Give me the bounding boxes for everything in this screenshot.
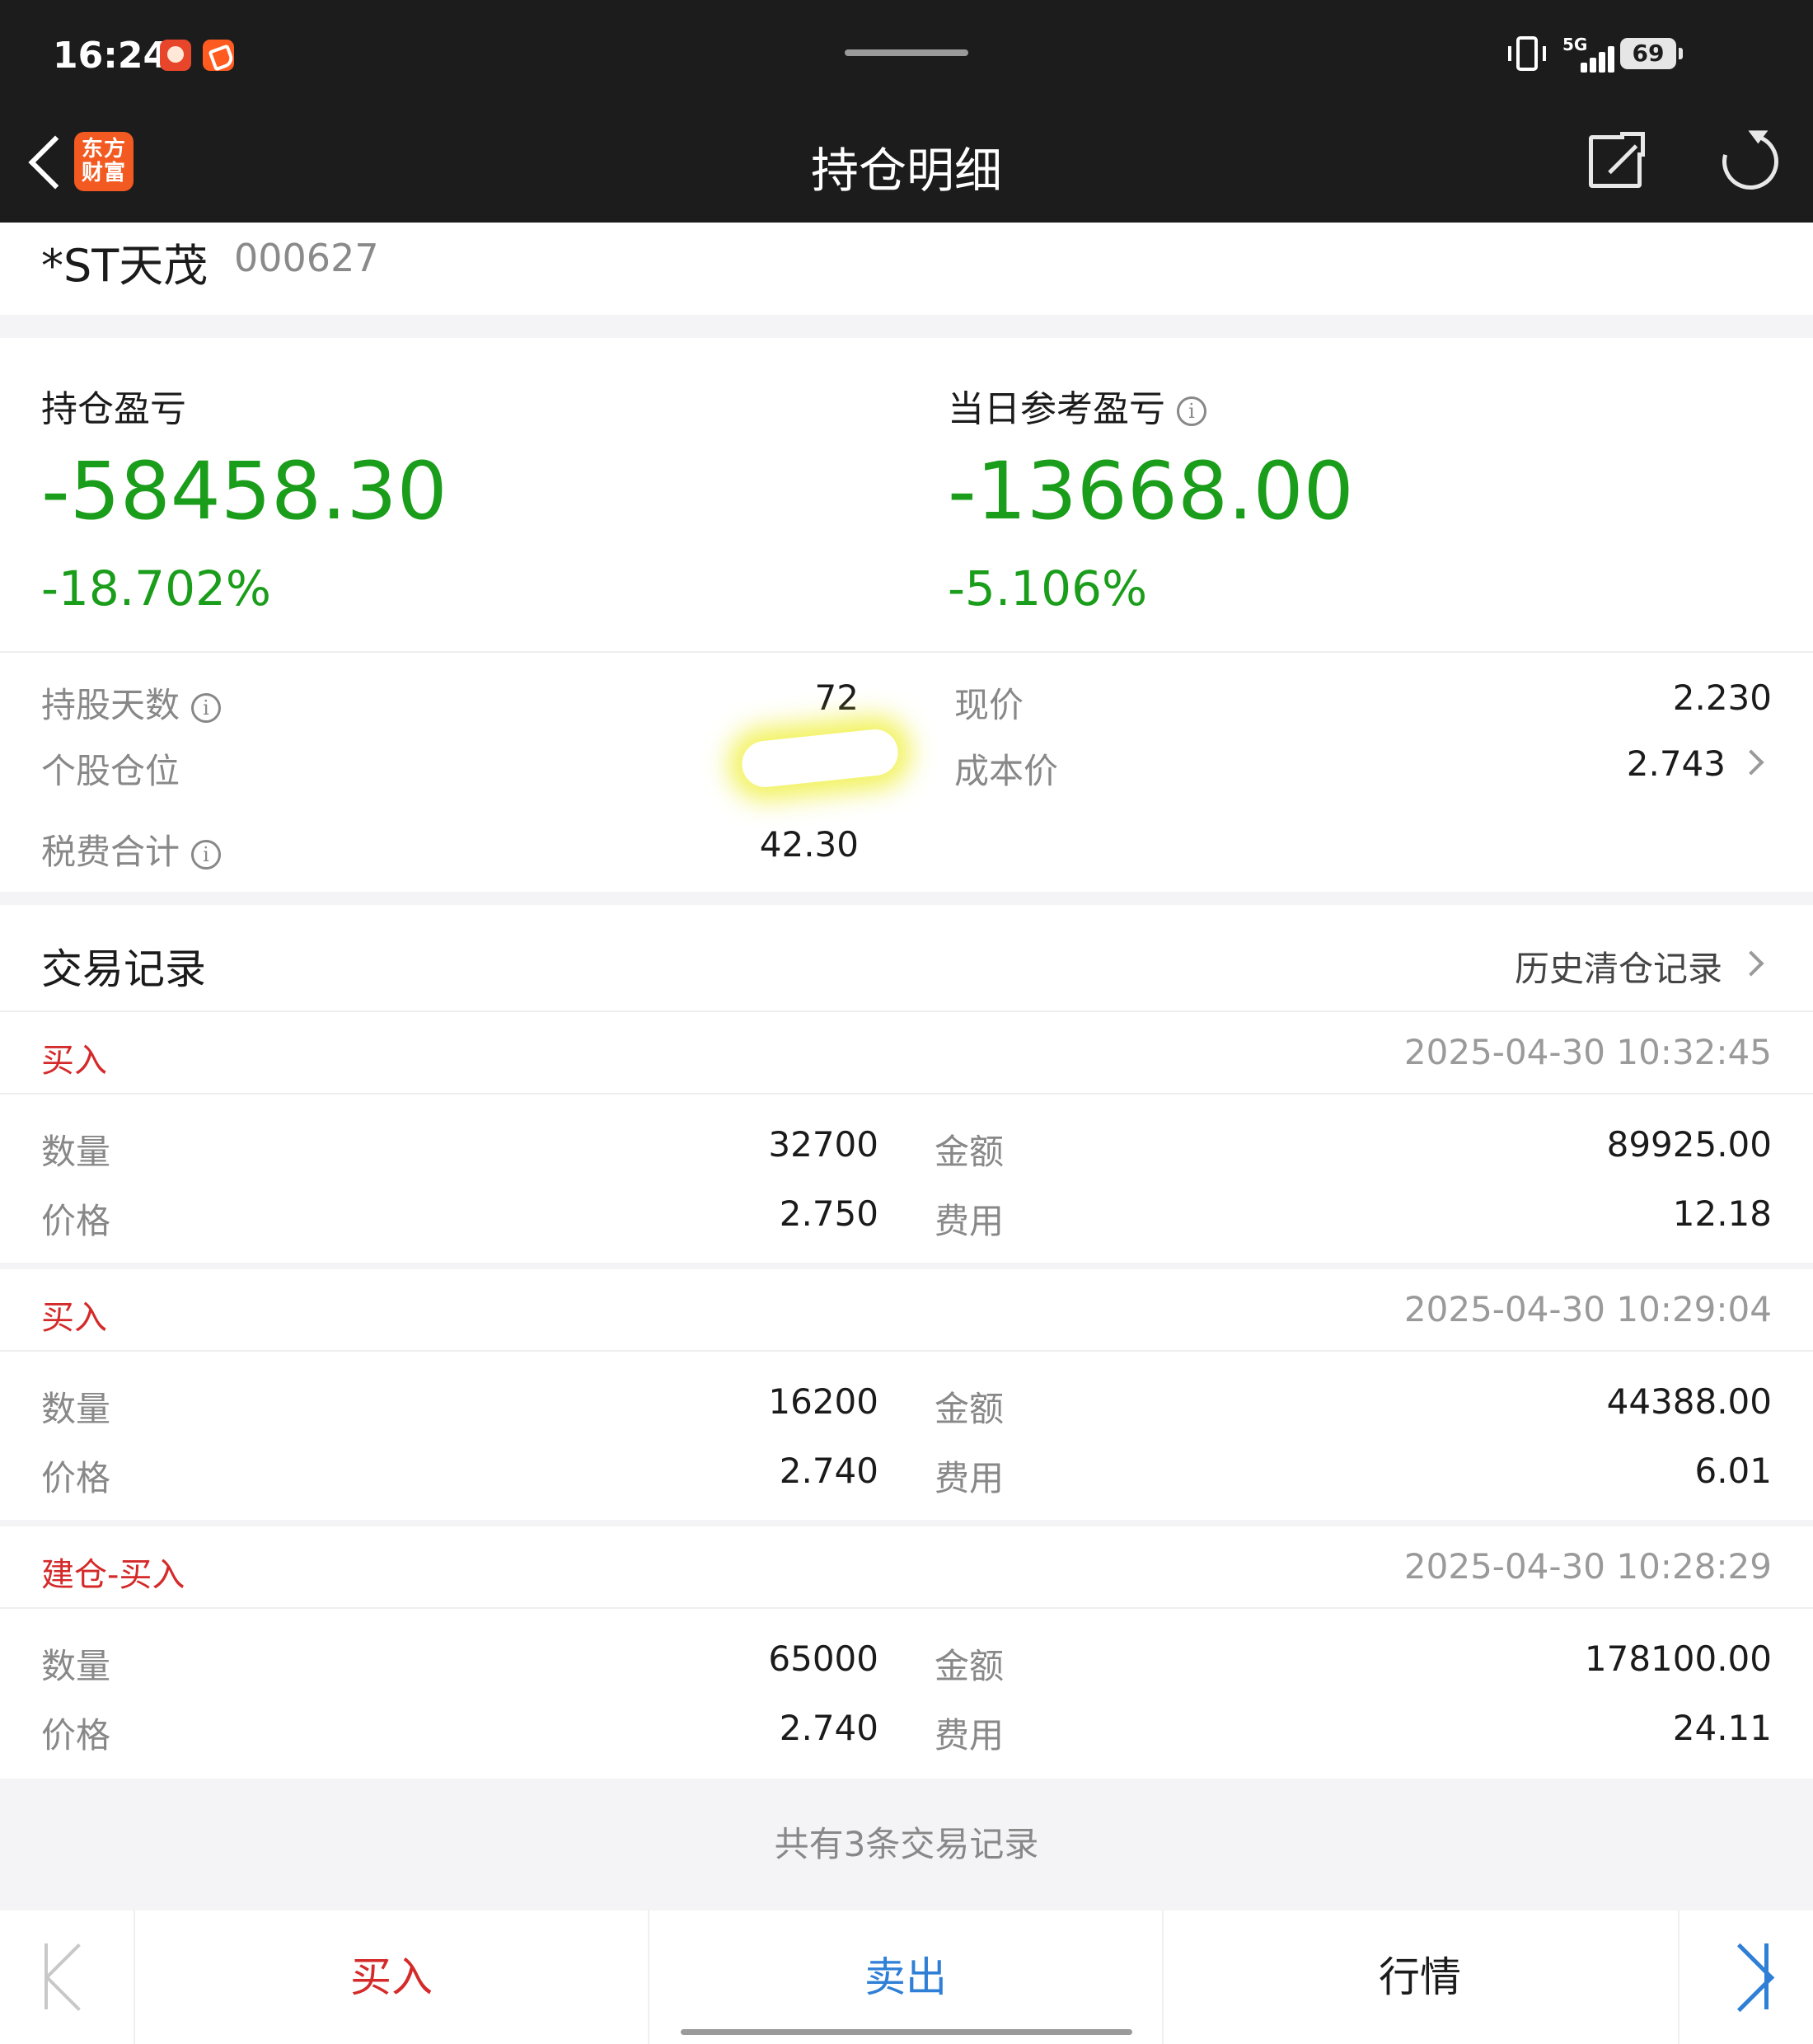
tax-fee-label-wrap: 税费合计 i — [41, 824, 222, 874]
stock-header: *ST天茂 000627 — [0, 223, 1813, 315]
position-details: 持股天数 i 72 个股仓位 税费合计 i 42.30 现价 2.230 成本价 2… — [0, 653, 1813, 892]
home-indicator[interactable] — [681, 2029, 1132, 2035]
price-label: 价格 — [41, 1201, 111, 1241]
fee-label: 费用 — [935, 1201, 1005, 1241]
vibrate-icon — [1508, 36, 1546, 71]
position-pl-label: 持仓盈亏 — [41, 388, 186, 430]
quantity-label: 数量 — [41, 1389, 111, 1429]
info-icon[interactable]: i — [1177, 396, 1206, 426]
price-label: 价格 — [41, 1715, 111, 1756]
amount-label: 金额 — [935, 1132, 1005, 1172]
cost-price-label: 成本价 — [954, 751, 1059, 791]
chevron-right-icon[interactable] — [1738, 950, 1764, 977]
price-value: 2.750 — [779, 1193, 878, 1234]
record-time: 2025-04-30 10:32:45 — [1403, 1032, 1772, 1072]
divider — [1678, 1910, 1679, 2044]
section-gap — [0, 1520, 1813, 1526]
info-icon[interactable]: i — [191, 692, 222, 723]
redacted-mark — [739, 727, 901, 790]
daily-pl-label: 当日参考盈亏 — [948, 388, 1165, 430]
daily-pl-pct: -5.106% — [948, 560, 1148, 616]
fee-value: 24.11 — [1672, 1708, 1772, 1748]
history-clear-link[interactable]: 历史清仓记录 — [1515, 941, 1722, 992]
quantity-value: 16200 — [768, 1381, 878, 1422]
records-title: 交易记录 — [41, 945, 206, 993]
app-notification-icon — [160, 40, 191, 71]
tax-fee-label: 税费合计 — [41, 832, 180, 872]
last-item-icon[interactable] — [1722, 1943, 1768, 2009]
sell-button[interactable]: 卖出 — [649, 1910, 1162, 2044]
pl-summary: 持仓盈亏 -58458.30 -18.702% 当日参考盈亏 i -13668.0… — [0, 338, 1813, 651]
divider — [0, 1607, 1813, 1609]
signal-icon — [1564, 36, 1614, 73]
buy-button[interactable]: 买入 — [135, 1910, 648, 2044]
fee-label: 费用 — [935, 1458, 1005, 1498]
position-pl-value: -58458.30 — [41, 445, 447, 537]
amount-value: 178100.00 — [1584, 1638, 1772, 1679]
market-button[interactable]: 行情 — [1164, 1910, 1676, 2044]
divider — [0, 1350, 1813, 1352]
record-type: 买入 — [41, 1042, 107, 1080]
share-arrow-icon — [1620, 132, 1645, 157]
holding-days-label-wrap: 持股天数 i — [41, 677, 222, 728]
quantity-value: 65000 — [768, 1638, 878, 1679]
status-time: 16:24 — [53, 35, 169, 77]
app-notification-icon-2 — [203, 40, 234, 71]
section-gap — [0, 892, 1813, 905]
amount-value: 44388.00 — [1606, 1381, 1772, 1422]
current-price-value: 2.230 — [1672, 677, 1772, 718]
page-title: 持仓明细 — [810, 143, 1002, 199]
daily-pl-label-wrap: 当日参考盈亏 i — [948, 379, 1206, 432]
records-count-note: 共有3条交易记录 — [0, 1779, 1813, 1910]
divider — [0, 1010, 1813, 1012]
stock-code: 000627 — [234, 236, 379, 280]
quantity-value: 32700 — [768, 1124, 878, 1165]
price-label: 价格 — [41, 1458, 111, 1498]
quantity-label: 数量 — [41, 1646, 111, 1686]
price-value: 2.740 — [779, 1451, 878, 1491]
first-item-icon[interactable] — [45, 1943, 91, 2009]
section-gap — [0, 1263, 1813, 1269]
stock-name: *ST天茂 — [41, 240, 208, 292]
pull-handle[interactable] — [845, 49, 968, 56]
top-bar: 16:24 5G 69 东方 财富 持仓明细 — [0, 0, 1813, 223]
chevron-right-icon[interactable] — [1738, 749, 1764, 776]
battery-icon: 69 — [1620, 38, 1683, 69]
price-value: 2.740 — [779, 1708, 878, 1748]
fee-value: 12.18 — [1672, 1193, 1772, 1234]
info-icon[interactable]: i — [191, 839, 222, 870]
daily-pl-value: -13668.00 — [948, 445, 1354, 537]
position-ratio-label: 个股仓位 — [41, 751, 180, 791]
holding-days-value: 72 — [814, 677, 859, 718]
amount-label: 金额 — [935, 1646, 1005, 1686]
amount-label: 金额 — [935, 1389, 1005, 1429]
cost-price-value[interactable]: 2.743 — [1627, 743, 1726, 784]
records-header: 交易记录 历史清仓记录 — [0, 905, 1813, 1012]
record-time: 2025-04-30 10:29:04 — [1403, 1289, 1772, 1329]
fee-value: 6.01 — [1694, 1451, 1772, 1491]
position-pl-pct: -18.702% — [41, 560, 271, 616]
record-type: 买入 — [41, 1299, 107, 1337]
quantity-label: 数量 — [41, 1132, 111, 1172]
current-price-label: 现价 — [954, 685, 1024, 725]
record-time: 2025-04-30 10:28:29 — [1403, 1546, 1772, 1587]
holding-days-label: 持股天数 — [41, 685, 180, 725]
divider — [0, 1093, 1813, 1095]
tax-fee-value: 42.30 — [759, 824, 859, 865]
record-type: 建仓-买入 — [41, 1556, 185, 1594]
section-gap — [0, 315, 1813, 338]
fee-label: 费用 — [935, 1715, 1005, 1756]
amount-value: 89925.00 — [1606, 1124, 1772, 1165]
bottom-action-bar: 买入 卖出 行情 — [0, 1910, 1813, 2044]
